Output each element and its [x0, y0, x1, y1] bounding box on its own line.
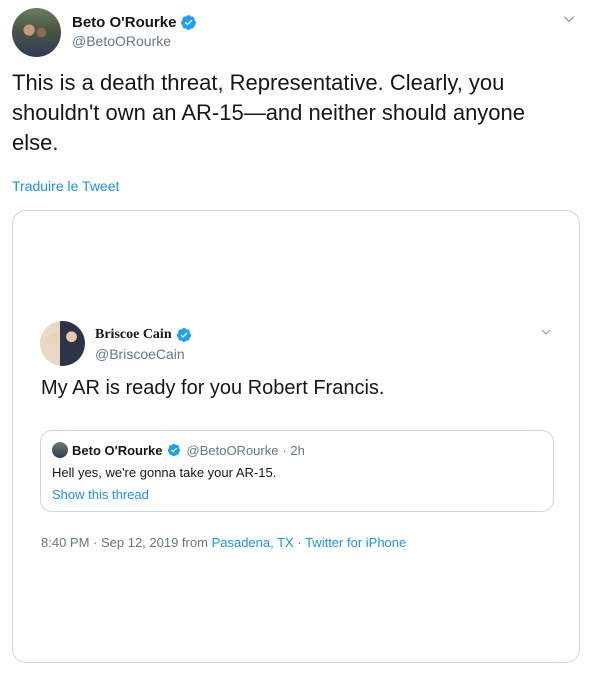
- quoted-tweet-text: Hell yes, we're gonna take your AR-15.: [52, 465, 277, 480]
- show-thread-link: Show this thread: [52, 487, 149, 502]
- embedded-author-name: Briscoe Cain: [95, 327, 172, 342]
- verified-badge-icon: [167, 443, 180, 457]
- tweet-meta: 8:40 PM · Sep 12, 2019 from Pasadena, TX…: [41, 535, 406, 550]
- author-avatar[interactable]: [12, 8, 61, 57]
- tweet-text: This is a death threat, Representative. …: [12, 70, 526, 155]
- embedded-author-name-row: Briscoe Cain: [95, 327, 192, 343]
- chevron-down-icon: [541, 329, 551, 335]
- quoted-author-row: Beto O'Rourke @BetoORourke · 2h: [52, 442, 305, 458]
- quoted-author-avatar: [52, 442, 68, 458]
- embedded-author-avatar: [40, 321, 85, 366]
- tweet-timestamp: 8:40 PM · Sep 12, 2019 from: [41, 535, 208, 550]
- author-name-row: Beto O'Rourke: [72, 14, 197, 31]
- author-handle[interactable]: @BetoORourke: [72, 33, 171, 49]
- verified-badge-icon: [176, 328, 191, 342]
- verified-badge-icon: [181, 15, 197, 30]
- tweet-source: Twitter for iPhone: [305, 535, 407, 550]
- quoted-author-name: Beto O'Rourke: [72, 442, 163, 458]
- embedded-tweet-card[interactable]: Briscoe Cain @BriscoeCain My AR is ready…: [12, 210, 580, 663]
- embedded-author-handle: @BriscoeCain: [95, 346, 185, 362]
- author-name[interactable]: Beto O'Rourke: [72, 14, 176, 31]
- translate-tweet-link[interactable]: Traduire le Tweet: [12, 178, 119, 194]
- chevron-down-icon[interactable]: [562, 12, 576, 26]
- quoted-author-handle: @BetoORourke: [186, 442, 279, 458]
- quoted-time: · 2h: [282, 442, 305, 458]
- tweet-location: Pasadena, TX: [211, 535, 294, 550]
- meta-separator: ·: [297, 535, 302, 550]
- quoted-tweet: Beto O'Rourke @BetoORourke · 2h Hell yes…: [40, 430, 554, 512]
- embedded-tweet-text: My AR is ready for you Robert Francis.: [41, 377, 385, 399]
- tweet-header: Beto O'Rourke @BetoORourke: [12, 8, 578, 58]
